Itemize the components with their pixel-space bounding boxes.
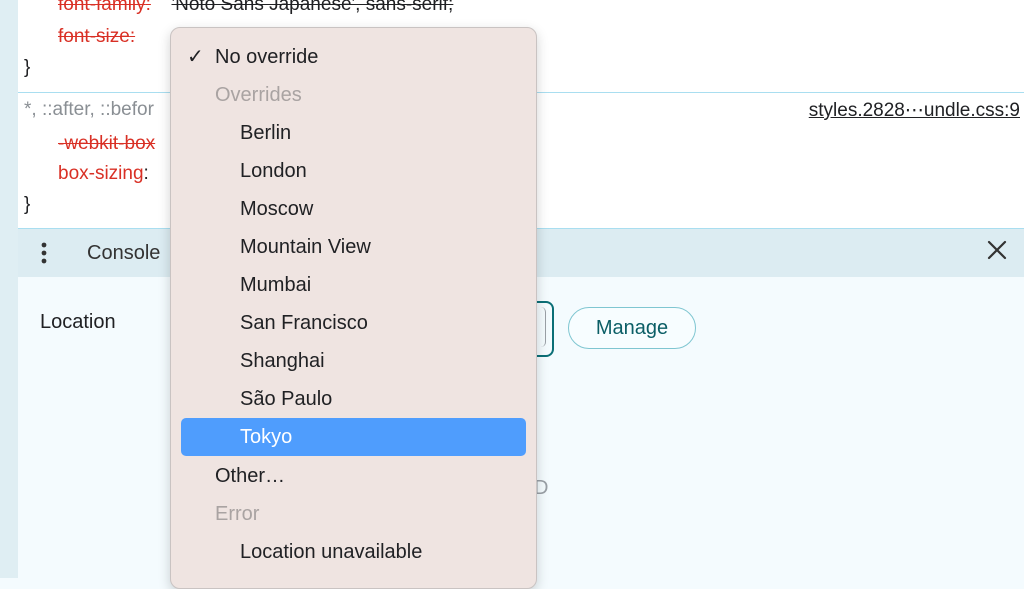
manage-button[interactable]: Manage <box>568 307 696 349</box>
menu-item-san-francisco[interactable]: San Francisco <box>181 304 526 342</box>
menu-group-overrides: Overrides <box>215 84 302 106</box>
menu-group-error: Error <box>215 503 260 525</box>
menu-item-no-override[interactable]: ✓ No override <box>181 38 526 76</box>
menu-item-tokyo[interactable]: Tokyo <box>181 418 526 456</box>
location-dropdown-menu: ✓ No override Overrides Berlin London Mo… <box>170 27 537 589</box>
menu-item-mountain-view[interactable]: Mountain View <box>181 228 526 266</box>
menu-item-london[interactable]: London <box>181 152 526 190</box>
menu-item-mumbai[interactable]: Mumbai <box>181 266 526 304</box>
close-icon[interactable] <box>986 239 1008 265</box>
menu-item-moscow[interactable]: Moscow <box>181 190 526 228</box>
menu-item-other[interactable]: Other… <box>181 457 526 495</box>
css-property-name: -webkit-box <box>58 133 156 154</box>
left-panel-edge <box>0 0 19 578</box>
css-property-name: font-size <box>58 26 130 47</box>
css-property-name: box-sizing <box>58 163 144 184</box>
checkmark-icon: ✓ <box>187 46 204 68</box>
menu-item-shanghai[interactable]: Shanghai <box>181 342 526 380</box>
stylesheet-source-link[interactable]: styles.2828⋯undle.css:9 <box>809 99 1020 122</box>
css-selector[interactable]: *, ::after, ::befor <box>24 99 154 121</box>
menu-item-sao-paulo[interactable]: São Paulo <box>181 380 526 418</box>
css-declaration-webkit-box[interactable]: -webkit-box <box>58 133 155 155</box>
rule-close-brace: } <box>24 57 31 78</box>
tab-console[interactable]: Console <box>87 242 160 265</box>
rule-close-brace: } <box>24 194 31 215</box>
css-declaration-font-family[interactable]: font-family: 'Noto Sans Japanese', sans-… <box>58 0 453 16</box>
css-property-value: 'Noto Sans Japanese', sans-serif; <box>171 0 454 15</box>
location-label: Location <box>40 311 116 333</box>
menu-item-berlin[interactable]: Berlin <box>181 114 526 152</box>
more-vertical-icon[interactable] <box>40 241 48 269</box>
menu-item-location-unavailable[interactable]: Location unavailable <box>181 533 526 571</box>
menu-item-label: No override <box>215 46 319 68</box>
css-declaration-font-size[interactable]: font-size: <box>58 26 135 48</box>
css-property-name: font-family <box>58 0 146 15</box>
css-declaration-box-sizing[interactable]: box-sizing: <box>58 163 149 185</box>
